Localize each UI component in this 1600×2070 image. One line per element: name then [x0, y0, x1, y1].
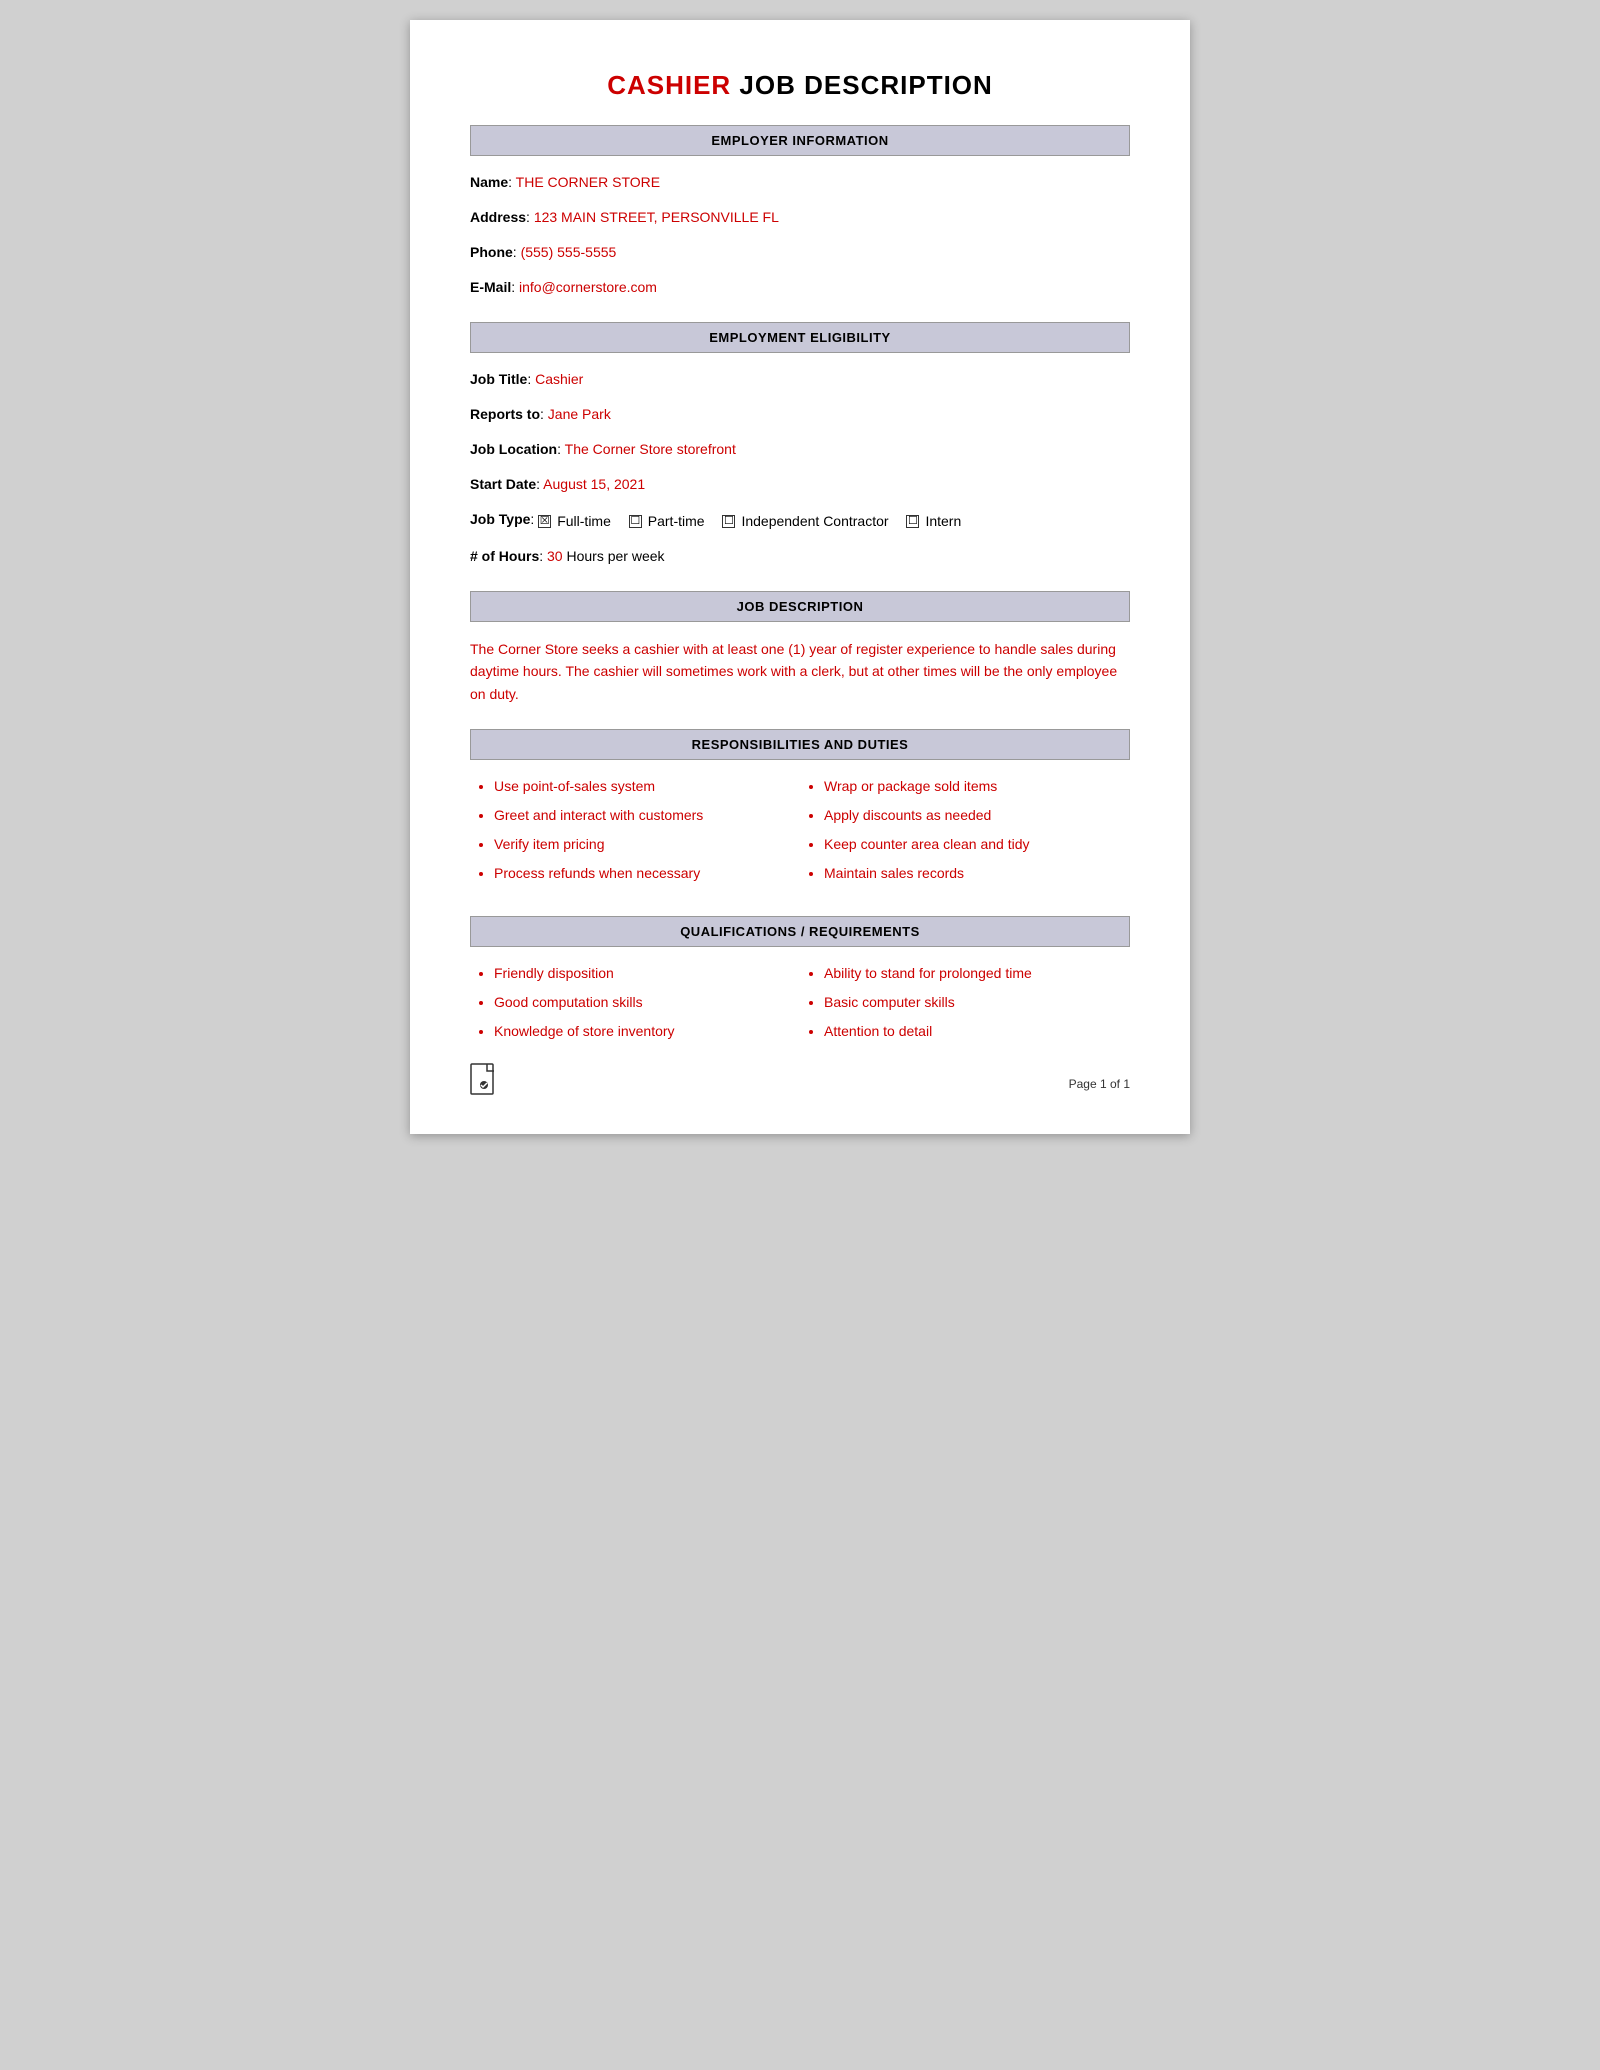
list-item: Basic computer skills	[824, 992, 1130, 1013]
responsibilities-left-column: Use point-of-sales system Greet and inte…	[470, 776, 800, 892]
responsibilities-left-list: Use point-of-sales system Greet and inte…	[470, 776, 800, 884]
eligibility-info: Job Title: Cashier Reports to: Jane Park…	[470, 369, 1130, 567]
list-item: Greet and interact with customers	[494, 805, 800, 826]
employer-email-value: info@cornerstore.com	[519, 279, 657, 295]
start-date-row: Start Date: August 15, 2021	[470, 474, 1130, 495]
job-title-row: Job Title: Cashier	[470, 369, 1130, 390]
job-description-header: JOB DESCRIPTION	[470, 591, 1130, 622]
list-item: Apply discounts as needed	[824, 805, 1130, 826]
qualifications-right-list: Ability to stand for prolonged time Basi…	[800, 963, 1130, 1042]
job-title-value: Cashier	[535, 371, 583, 387]
employer-address-row: Address: 123 MAIN STREET, PERSONVILLE FL	[470, 207, 1130, 228]
reports-to-label: Reports to	[470, 406, 540, 422]
qualifications-section: QUALIFICATIONS / REQUIREMENTS Friendly d…	[470, 916, 1130, 1050]
eligibility-header: EMPLOYMENT ELIGIBILITY	[470, 322, 1130, 353]
hours-row: # of Hours: 30 Hours per week	[470, 546, 1130, 567]
job-description-section: JOB DESCRIPTION The Corner Store seeks a…	[470, 591, 1130, 705]
job-type-contractor: ☐ Independent Contractor	[722, 511, 888, 532]
fulltime-label: Full-time	[557, 511, 611, 532]
qualifications-left-column: Friendly disposition Good computation sk…	[470, 963, 800, 1050]
contractor-label: Independent Contractor	[741, 511, 888, 532]
title-red: CASHIER	[607, 70, 731, 100]
employer-email-label: E-Mail	[470, 279, 511, 295]
employer-info: Name: THE CORNER STORE Address: 123 MAIN…	[470, 172, 1130, 298]
job-description-text: The Corner Store seeks a cashier with at…	[470, 638, 1130, 705]
reports-to-row: Reports to: Jane Park	[470, 404, 1130, 425]
employer-header: EMPLOYER INFORMATION	[470, 125, 1130, 156]
responsibilities-right-column: Wrap or package sold items Apply discoun…	[800, 776, 1130, 892]
hours-value: 30	[547, 548, 563, 564]
title-black: JOB DESCRIPTION	[731, 70, 993, 100]
employer-phone-row: Phone: (555) 555-5555	[470, 242, 1130, 263]
list-item: Use point-of-sales system	[494, 776, 800, 797]
job-type-parttime: ☐ Part-time	[629, 511, 705, 532]
start-date-value: August 15, 2021	[543, 476, 645, 492]
list-item: Attention to detail	[824, 1021, 1130, 1042]
job-type-row: Job Type: ☒ Full-time ☐ Part-time ☐ Inde…	[470, 509, 1130, 532]
employer-phone-label: Phone	[470, 244, 513, 260]
list-item: Verify item pricing	[494, 834, 800, 855]
checkbox-intern: ☐	[906, 515, 919, 528]
document-page: CASHIER JOB DESCRIPTION EMPLOYER INFORMA…	[410, 20, 1190, 1134]
job-title-label: Job Title	[470, 371, 527, 387]
reports-to-value: Jane Park	[548, 406, 611, 422]
page-footer: Page 1 of 1	[470, 1063, 1130, 1104]
list-item: Wrap or package sold items	[824, 776, 1130, 797]
parttime-label: Part-time	[648, 511, 705, 532]
employer-section: EMPLOYER INFORMATION Name: THE CORNER ST…	[470, 125, 1130, 298]
job-type-label: Job Type	[470, 511, 530, 527]
hours-suffix: Hours per week	[563, 548, 665, 564]
checkbox-contractor: ☐	[722, 515, 735, 528]
responsibilities-right-list: Wrap or package sold items Apply discoun…	[800, 776, 1130, 884]
list-item: Process refunds when necessary	[494, 863, 800, 884]
list-item: Good computation skills	[494, 992, 800, 1013]
job-location-value: The Corner Store storefront	[565, 441, 736, 457]
qualifications-right-column: Ability to stand for prolonged time Basi…	[800, 963, 1130, 1050]
page-title: CASHIER JOB DESCRIPTION	[470, 70, 1130, 101]
qualifications-list: Friendly disposition Good computation sk…	[470, 963, 1130, 1050]
employer-name-row: Name: THE CORNER STORE	[470, 172, 1130, 193]
intern-label: Intern	[925, 511, 961, 532]
checkbox-fulltime: ☒	[538, 515, 551, 528]
employer-name-value: THE CORNER STORE	[516, 174, 660, 190]
job-type-intern: ☐ Intern	[906, 511, 961, 532]
qualifications-header: QUALIFICATIONS / REQUIREMENTS	[470, 916, 1130, 947]
job-location-row: Job Location: The Corner Store storefron…	[470, 439, 1130, 460]
list-item: Ability to stand for prolonged time	[824, 963, 1130, 984]
job-location-label: Job Location	[470, 441, 557, 457]
checkbox-parttime: ☐	[629, 515, 642, 528]
job-type-fulltime: ☒ Full-time	[538, 511, 611, 532]
responsibilities-header: RESPONSIBILITIES AND DUTIES	[470, 729, 1130, 760]
qualifications-left-list: Friendly disposition Good computation sk…	[470, 963, 800, 1042]
responsibilities-list: Use point-of-sales system Greet and inte…	[470, 776, 1130, 892]
list-item: Maintain sales records	[824, 863, 1130, 884]
list-item: Friendly disposition	[494, 963, 800, 984]
eligibility-section: EMPLOYMENT ELIGIBILITY Job Title: Cashie…	[470, 322, 1130, 567]
employer-address-value: 123 MAIN STREET, PERSONVILLE FL	[534, 209, 779, 225]
responsibilities-section: RESPONSIBILITIES AND DUTIES Use point-of…	[470, 729, 1130, 892]
employer-address-label: Address	[470, 209, 526, 225]
list-item: Knowledge of store inventory	[494, 1021, 800, 1042]
employer-phone-value: (555) 555-5555	[521, 244, 617, 260]
document-icon	[470, 1063, 498, 1104]
list-item: Keep counter area clean and tidy	[824, 834, 1130, 855]
page-number: Page 1 of 1	[1069, 1077, 1130, 1091]
start-date-label: Start Date	[470, 476, 536, 492]
employer-email-row: E-Mail: info@cornerstore.com	[470, 277, 1130, 298]
hours-label: # of Hours	[470, 548, 539, 564]
employer-name-label: Name	[470, 174, 508, 190]
